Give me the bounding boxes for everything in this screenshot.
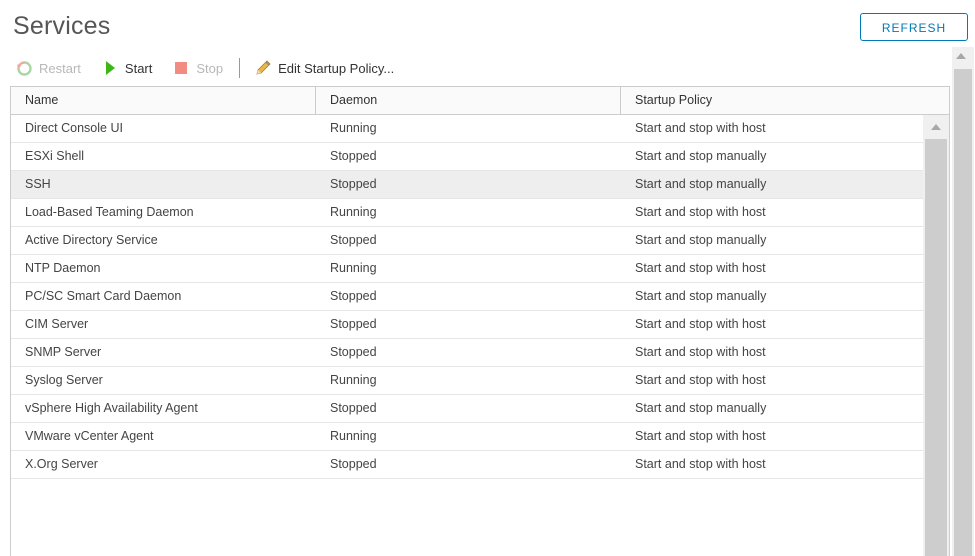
startup-policy: Start and stop with host [635, 373, 766, 387]
daemon-status: Stopped [330, 457, 377, 471]
daemon-status: Running [330, 121, 377, 135]
daemon-status: Running [330, 261, 377, 275]
table-row[interactable]: vSphere High Availability Agent Stopped … [11, 395, 924, 423]
page-scrollbar[interactable] [952, 47, 974, 556]
daemon-status: Running [330, 373, 377, 387]
daemon-status: Stopped [330, 233, 377, 247]
daemon-status: Running [330, 429, 377, 443]
page-scrollbar-thumb[interactable] [954, 69, 972, 556]
column-header-daemon[interactable]: Daemon [315, 87, 620, 114]
service-name: Syslog Server [25, 373, 103, 387]
daemon-status: Stopped [330, 289, 377, 303]
toolbar-separator [239, 58, 241, 78]
page-title: Services [13, 12, 111, 40]
table-row[interactable]: PC/SC Smart Card Daemon Stopped Start an… [11, 283, 924, 311]
table-row[interactable]: Syslog Server Running Start and stop wit… [11, 367, 924, 395]
table-row[interactable]: Active Directory Service Stopped Start a… [11, 227, 924, 255]
table-scrollbar-thumb[interactable] [925, 139, 947, 556]
service-name: X.Org Server [25, 457, 98, 471]
service-name: PC/SC Smart Card Daemon [25, 289, 182, 303]
daemon-status: Stopped [330, 345, 377, 359]
daemon-status: Stopped [330, 401, 377, 415]
scroll-up-arrow-icon[interactable] [956, 53, 966, 59]
startup-policy: Start and stop with host [635, 261, 766, 275]
service-name: Direct Console UI [25, 121, 123, 135]
startup-policy: Start and stop manually [635, 177, 767, 191]
startup-policy: Start and stop manually [635, 401, 767, 415]
start-label: Start [124, 60, 153, 76]
stop-label: Stop [196, 60, 224, 76]
pencil-icon [254, 59, 272, 77]
scroll-up-arrow-icon[interactable] [931, 124, 941, 130]
restart-button[interactable]: Restart [15, 59, 81, 77]
daemon-status: Stopped [330, 177, 377, 191]
startup-policy: Start and stop with host [635, 121, 766, 135]
restart-label: Restart [39, 60, 81, 76]
stop-button[interactable]: Stop [172, 59, 223, 77]
daemon-status: Stopped [330, 317, 377, 331]
startup-policy: Start and stop manually [635, 289, 767, 303]
service-name: NTP Daemon [25, 261, 101, 275]
play-icon [101, 59, 119, 77]
edit-startup-policy-label: Edit Startup Policy... [278, 60, 395, 76]
column-header-name[interactable]: Name [11, 87, 315, 114]
service-name: Load-Based Teaming Daemon [25, 205, 194, 219]
daemon-status: Running [330, 205, 377, 219]
startup-policy: Start and stop with host [635, 345, 766, 359]
startup-policy: Start and stop manually [635, 233, 767, 247]
daemon-status: Stopped [330, 149, 377, 163]
service-name: Active Directory Service [25, 233, 158, 247]
startup-policy: Start and stop manually [635, 149, 767, 163]
table-row[interactable]: NTP Daemon Running Start and stop with h… [11, 255, 924, 283]
service-name: VMware vCenter Agent [25, 429, 154, 443]
startup-policy: Start and stop with host [635, 457, 766, 471]
stop-icon [172, 59, 190, 77]
service-name: ESXi Shell [25, 149, 85, 163]
restart-icon [15, 59, 33, 77]
edit-startup-policy-button[interactable]: Edit Startup Policy... [254, 59, 394, 77]
startup-policy: Start and stop with host [635, 205, 766, 219]
service-name: vSphere High Availability Agent [25, 401, 198, 415]
table-row-selected[interactable]: SSH Stopped Start and stop manually [11, 171, 924, 199]
table-scrollbar[interactable] [923, 115, 949, 556]
table-row[interactable]: Direct Console UI Running Start and stop… [11, 115, 924, 143]
service-name: SNMP Server [25, 345, 102, 359]
services-table: Name Daemon Startup Policy Direct Consol… [10, 86, 950, 556]
startup-policy: Start and stop with host [635, 317, 766, 331]
table-row[interactable]: X.Org Server Stopped Start and stop with… [11, 451, 924, 479]
table-row[interactable]: VMware vCenter Agent Running Start and s… [11, 423, 924, 451]
column-header-startup-policy[interactable]: Startup Policy [620, 87, 949, 114]
service-name: CIM Server [25, 317, 89, 331]
services-page: Services REFRESH Restart Start Stop Edit… [0, 0, 975, 556]
table-body: Direct Console UI Running Start and stop… [11, 115, 924, 556]
table-header: Name Daemon Startup Policy [11, 87, 949, 115]
table-row[interactable]: ESXi Shell Stopped Start and stop manual… [11, 143, 924, 171]
table-row[interactable]: Load-Based Teaming Daemon Running Start … [11, 199, 924, 227]
refresh-button[interactable]: REFRESH [860, 13, 968, 41]
start-button[interactable]: Start [101, 59, 152, 77]
service-name: SSH [25, 177, 51, 191]
startup-policy: Start and stop with host [635, 429, 766, 443]
table-row[interactable]: SNMP Server Stopped Start and stop with … [11, 339, 924, 367]
services-toolbar: Restart Start Stop Edit Startup Policy..… [15, 56, 414, 80]
table-row[interactable]: CIM Server Stopped Start and stop with h… [11, 311, 924, 339]
